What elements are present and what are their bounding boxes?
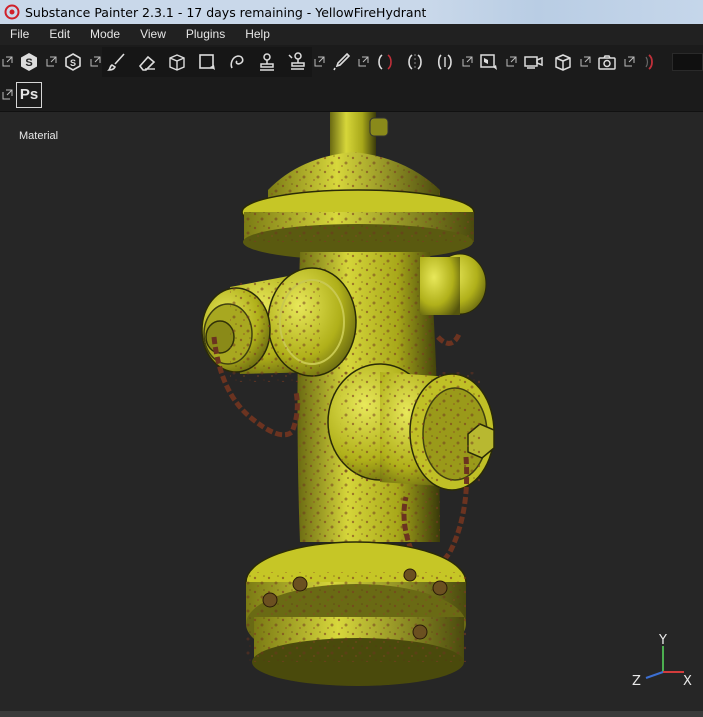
popout-icon[interactable] [46, 56, 57, 67]
viewport-3d[interactable]: Material Y Z X [0, 111, 703, 711]
color-picker-button[interactable] [326, 47, 356, 77]
substance-painter-logo-icon [4, 4, 20, 20]
object-view-button[interactable] [548, 47, 578, 77]
cube-icon [555, 53, 571, 71]
eyedropper-icon [333, 52, 351, 70]
menu-file[interactable]: File [0, 24, 39, 45]
brush-icon [107, 52, 125, 71]
substance-source-button[interactable]: S [14, 47, 44, 77]
substance-share-button[interactable]: S [58, 47, 88, 77]
axis-x-label: X [683, 674, 692, 689]
symmetry-icon [378, 53, 392, 70]
display-mode-icon [480, 53, 497, 70]
popout-icon[interactable] [624, 56, 635, 67]
popout-icon[interactable] [314, 56, 325, 67]
status-strip [0, 711, 703, 717]
menu-view[interactable]: View [130, 24, 176, 45]
popout-icon[interactable] [90, 56, 101, 67]
substance-group: S S [0, 47, 88, 77]
fire-hydrant-model [201, 112, 495, 686]
material-picker-button[interactable] [282, 46, 312, 77]
main-toolbar: S S [0, 45, 703, 78]
projection-button[interactable] [162, 46, 192, 77]
axis-y-label: Y [658, 633, 667, 648]
title-bar: Substance Painter 2.3.1 - 17 days remain… [0, 0, 703, 24]
popout-icon[interactable] [2, 56, 13, 67]
substance-share-icon: S [65, 52, 81, 71]
toolbar-overflow-area [672, 52, 703, 71]
symmetry-mirror-button[interactable] [400, 47, 430, 77]
render-group [578, 47, 666, 77]
camera-icon [524, 55, 543, 69]
iray-icon [645, 53, 653, 70]
menu-help[interactable]: Help [235, 24, 280, 45]
clone-button[interactable] [252, 46, 282, 77]
eraser-icon [138, 55, 156, 71]
photo-camera-icon [598, 54, 616, 70]
projection-cube-icon [169, 53, 185, 71]
popout-icon[interactable] [506, 56, 517, 67]
photoshop-icon-label: Ps [19, 86, 39, 103]
axis-gizmo: Y Z X [632, 633, 692, 689]
display-mode-button[interactable] [474, 47, 504, 77]
hydrant-top-stem [330, 112, 376, 157]
symmetry-radial-button[interactable] [430, 47, 460, 77]
menu-edit[interactable]: Edit [39, 24, 80, 45]
polygon-fill-icon [199, 53, 215, 70]
menu-plugins[interactable]: Plugins [176, 24, 235, 45]
popout-icon[interactable] [462, 56, 473, 67]
smudge-button[interactable] [222, 46, 252, 77]
color-picker-group [312, 47, 356, 77]
svg-text:S: S [25, 57, 32, 69]
material-picker-icon [288, 51, 305, 70]
iray-button[interactable] [636, 47, 666, 77]
title-bar-background [426, 0, 703, 24]
popout-icon[interactable] [580, 56, 591, 67]
polygon-fill-button[interactable] [192, 46, 222, 77]
popout-icon[interactable] [2, 89, 13, 100]
paint-brush-button[interactable] [102, 46, 132, 77]
clone-stamp-icon [260, 52, 274, 71]
photoshop-export-button[interactable]: Ps [16, 81, 42, 108]
substance-s-icon: S [21, 52, 37, 71]
menu-mode[interactable]: Mode [80, 24, 130, 45]
paint-tools-group [88, 46, 312, 77]
menu-bar: File Edit Mode View Plugins Help [0, 24, 703, 45]
view-group [460, 47, 578, 77]
camera-button[interactable] [518, 47, 548, 77]
svg-text:S: S [70, 58, 76, 68]
axis-z-label: Z [632, 674, 641, 689]
popout-icon[interactable] [358, 56, 369, 67]
window-title: Substance Painter 2.3.1 - 17 days remain… [25, 4, 427, 20]
secondary-toolbar: Ps [0, 78, 703, 111]
symmetry-x-button[interactable] [370, 47, 400, 77]
eraser-button[interactable] [132, 46, 162, 77]
screenshot-button[interactable] [592, 47, 622, 77]
smudge-icon [230, 54, 244, 68]
symmetry-mirror-icon [408, 53, 422, 70]
symmetry-radial-icon [437, 53, 452, 70]
symmetry-group [356, 47, 460, 77]
